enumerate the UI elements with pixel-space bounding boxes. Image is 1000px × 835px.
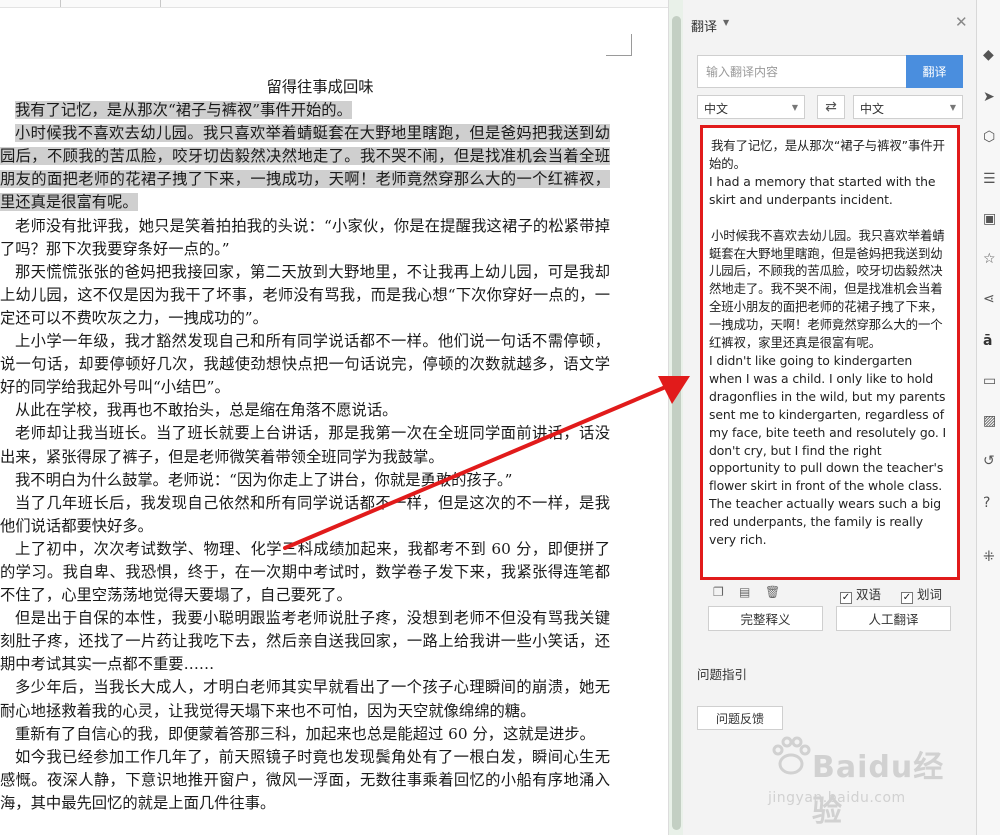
word-select-checkbox[interactable]: ✓ 划词 [901,584,943,604]
bilingual-checkbox[interactable]: ✓ 双语 [840,584,882,604]
watermark-text: Baidu经验 [812,750,945,829]
shapes-icon[interactable]: ◆ [983,46,1000,64]
selected-text: 小时候我不喜欢去幼儿园。我只喜欢举着蜻蜓套在大野地里瞎跑，但是爸妈把我送到幼园后… [0,124,610,212]
translation-result[interactable]: 我有了记忆，是从那次“裙子与裤衩”事件开始的。 I had a memory th… [700,125,960,580]
ruler-tick [160,0,161,7]
archive-icon[interactable]: ▭ [983,372,1000,390]
document-paragraph: 我有了记忆，是从那次“裙子与裤衩”事件开始的。 [0,99,610,122]
paragraph-text: 重新有了自信心的我，即便蒙着答那三科，加起来也总是能超过 60 分，这就是进步。 [15,724,595,743]
document-title: 留得往事成回味 [266,78,374,96]
checkbox-checked-icon: ✓ [901,592,913,604]
human-translation-button[interactable]: 人工翻译 [836,606,951,631]
apps-icon[interactable]: ⁜ [983,548,1000,566]
result-translated-text: I had a memory that started with the ski… [709,173,936,207]
document-paragraph: 上小学一年级，我才豁然发现自己和所有同学说话都不一样。他们说一句话不需停顿，说一… [0,330,610,399]
paragraph-text: 老师没有批评我，她只是笑着拍拍我的头说：“小家伙，你是在提醒我这裙子的松紧带掉了… [0,216,610,258]
close-icon[interactable]: ✕ [955,15,968,30]
paragraph-text: 上了初中，次次考试数学、物理、化学三科成绩加起来，我都考不到 60 分，即便拼了… [0,539,610,605]
target-language-select[interactable]: 中文 ▼ [853,95,963,119]
history-icon[interactable]: ↺ [983,452,1000,470]
word-select-label: 划词 [917,587,943,602]
document-paragraphs: 我有了记忆，是从那次“裙子与裤衩”事件开始的。小时候我不喜欢去幼儿园。我只喜欢举… [0,99,610,815]
watermark-url: jingyan.baidu.com [768,790,906,806]
document-paragraph: 从此在学校，我再也不敢抬头，总是缩在角落不愿说话。 [0,399,610,422]
result-source-text: 小时候我不喜欢去幼儿园。我只喜欢举着蜻蜓套在大野地里瞎跑，但是爸妈把我送到幼儿园… [709,227,945,351]
ruler-tick [60,0,61,7]
right-toolbar: ◆ ➤ ⬡ ☰ ▣ ☆ ⋖ ā ▭ ▨ ↺ ? ⁜ [976,0,1000,835]
copy-icon[interactable]: ❐ [713,585,725,599]
document-paragraph: 那天慌慌张张的爸妈把我接回家，第二天放到大野地里，不让我再上幼儿园，可是我却上幼… [0,261,610,330]
chevron-down-icon: ▼ [949,103,956,112]
margin-corner-mark [606,34,632,56]
document-icon[interactable]: ▣ [983,210,1000,228]
source-language-value: 中文 [704,102,729,116]
insert-icon[interactable]: ▤ [739,585,751,599]
document-text[interactable]: 留得往事成回味 我有了记忆，是从那次“裙子与裤衩”事件开始的。小时候我不喜欢去幼… [0,76,610,815]
paragraph-text: 但是出于自保的本性，我要小聪明跟监考老师说肚子疼，没想到老师不但没有骂我关键刻肚… [0,609,610,674]
document-paragraph: 小时候我不喜欢去幼儿园。我只喜欢举着蜻蜓套在大野地里瞎跑，但是爸妈把我送到幼园后… [0,122,610,214]
cursor-icon[interactable]: ➤ [983,88,1000,106]
translate-panel: 翻译 ▼ ✕ 翻译 中文 ▼ ⇄ 中文 ▼ 我有了记忆，是从那次“裙子与裤衩”事… [683,0,976,835]
document-paragraph: 重新有了自信心的我，即便蒙着答那三科，加起来也总是能超过 60 分，这就是进步。 [0,723,610,746]
bilingual-label: 双语 [856,587,882,602]
document-paragraph: 多少年后，当我长大成人，才明白老师其实早就看出了一个孩子心理瞬间的崩溃，她无耐心… [0,676,610,722]
translate-input[interactable] [697,55,906,88]
paragraph-text: 当了几年班长后，我发现自己依然和所有同学说话都不一样，但是这次的不一样，是我他们… [0,493,610,535]
star-icon[interactable]: ☆ [983,250,1000,268]
result-translated-text: I didn't like going to kindergarten when… [709,352,947,548]
document-paragraph: 但是出于自保的本性，我要小聪明跟监考老师说肚子疼，没想到老师不但没有骂我关键刻肚… [0,607,610,676]
swap-icon: ⇄ [825,99,837,115]
target-language-value: 中文 [860,102,885,116]
checkbox-checked-icon: ✓ [840,592,852,604]
baidu-watermark: Baidu经验 jingyan.baidu.com [768,728,968,829]
image-icon[interactable]: ▨ [983,412,1000,430]
style-icon[interactable]: ⬡ [983,128,1000,146]
result-source-text: 我有了记忆，是从那次“裙子与裤衩”事件开始的。 [709,138,945,171]
paw-logo-icon [772,736,811,775]
delete-icon[interactable]: 🗑 [765,585,780,599]
panel-title-dropdown-icon[interactable]: ▼ [723,18,729,27]
document-paragraph: 当了几年班长后，我发现自己依然和所有同学说话都不一样，但是这次的不一样，是我他们… [0,492,610,538]
settings-sliders-icon[interactable]: ☰ [983,170,1000,188]
result-spacer [709,209,949,227]
ruler-bar [0,0,668,8]
swap-languages-button[interactable]: ⇄ [817,95,845,119]
paragraph-text: 我不明白为什么鼓掌。老师说：“因为你走上了讲台，你就是勇敢的孩子。” [15,470,513,489]
document-paragraph: 老师却让我当班长。当了班长就要上台讲话，那是我第一次在全班同学面前讲话，话没出来… [0,422,610,468]
chevron-down-icon: ▼ [791,103,798,112]
paragraph-text: 上小学一年级，我才豁然发现自己和所有同学说话都不一样。他们说一句话不需停顿，说一… [0,332,610,397]
feedback-button[interactable]: 问题反馈 [697,706,783,730]
panel-title[interactable]: 翻译 [691,16,717,35]
paragraph-text: 那天慌慌张张的爸妈把我接回家，第二天放到大野地里，不让我再上幼儿园，可是我却上幼… [0,262,610,327]
full-definition-button[interactable]: 完整释义 [708,606,823,631]
paragraph-text: 如今我已经参加工作几年了，前天照镜子时竟也发现鬓角处有了一根白发，瞬间心生无感慨… [0,747,610,812]
translate-button[interactable]: 翻译 [906,55,963,88]
selected-text: 我有了记忆，是从那次“裙子与裤衩”事件开始的。 [15,101,352,120]
help-section-title: 问题指引 [697,667,748,682]
source-language-select[interactable]: 中文 ▼ [697,95,805,119]
help-icon[interactable]: ? [983,494,1000,512]
document-paragraph: 老师没有批评我，她只是笑着拍拍我的头说：“小家伙，你是在提醒我这裙子的松紧带掉了… [0,215,610,261]
document-scrollbar[interactable] [668,0,683,835]
document-paragraph: 我不明白为什么鼓掌。老师说：“因为你走上了讲台，你就是勇敢的孩子。” [0,469,610,492]
share-icon[interactable]: ⋖ [983,290,1000,308]
document-paragraph: 如今我已经参加工作几年了，前天照镜子时竟也发现鬓角处有了一根白发，瞬间心生无感慨… [0,746,610,815]
paragraph-text: 多少年后，当我长大成人，才明白老师其实早就看出了一个孩子心理瞬间的崩溃，她无耐心… [0,678,610,720]
document-paragraph: 上了初中，次次考试数学、物理、化学三科成绩加起来，我都考不到 60 分，即便拼了… [0,538,610,607]
scrollbar-thumb[interactable] [672,16,681,830]
paragraph-text: 老师却让我当班长。当了班长就要上台讲话，那是我第一次在全班同学面前讲话，话没出来… [0,424,610,466]
document-area[interactable]: 留得往事成回味 我有了记忆，是从那次“裙子与裤衩”事件开始的。小时候我不喜欢去幼… [0,0,668,835]
translate-icon[interactable]: ā [983,332,1000,350]
paragraph-text: 从此在学校，我再也不敢抬头，总是缩在角落不愿说话。 [15,401,398,420]
